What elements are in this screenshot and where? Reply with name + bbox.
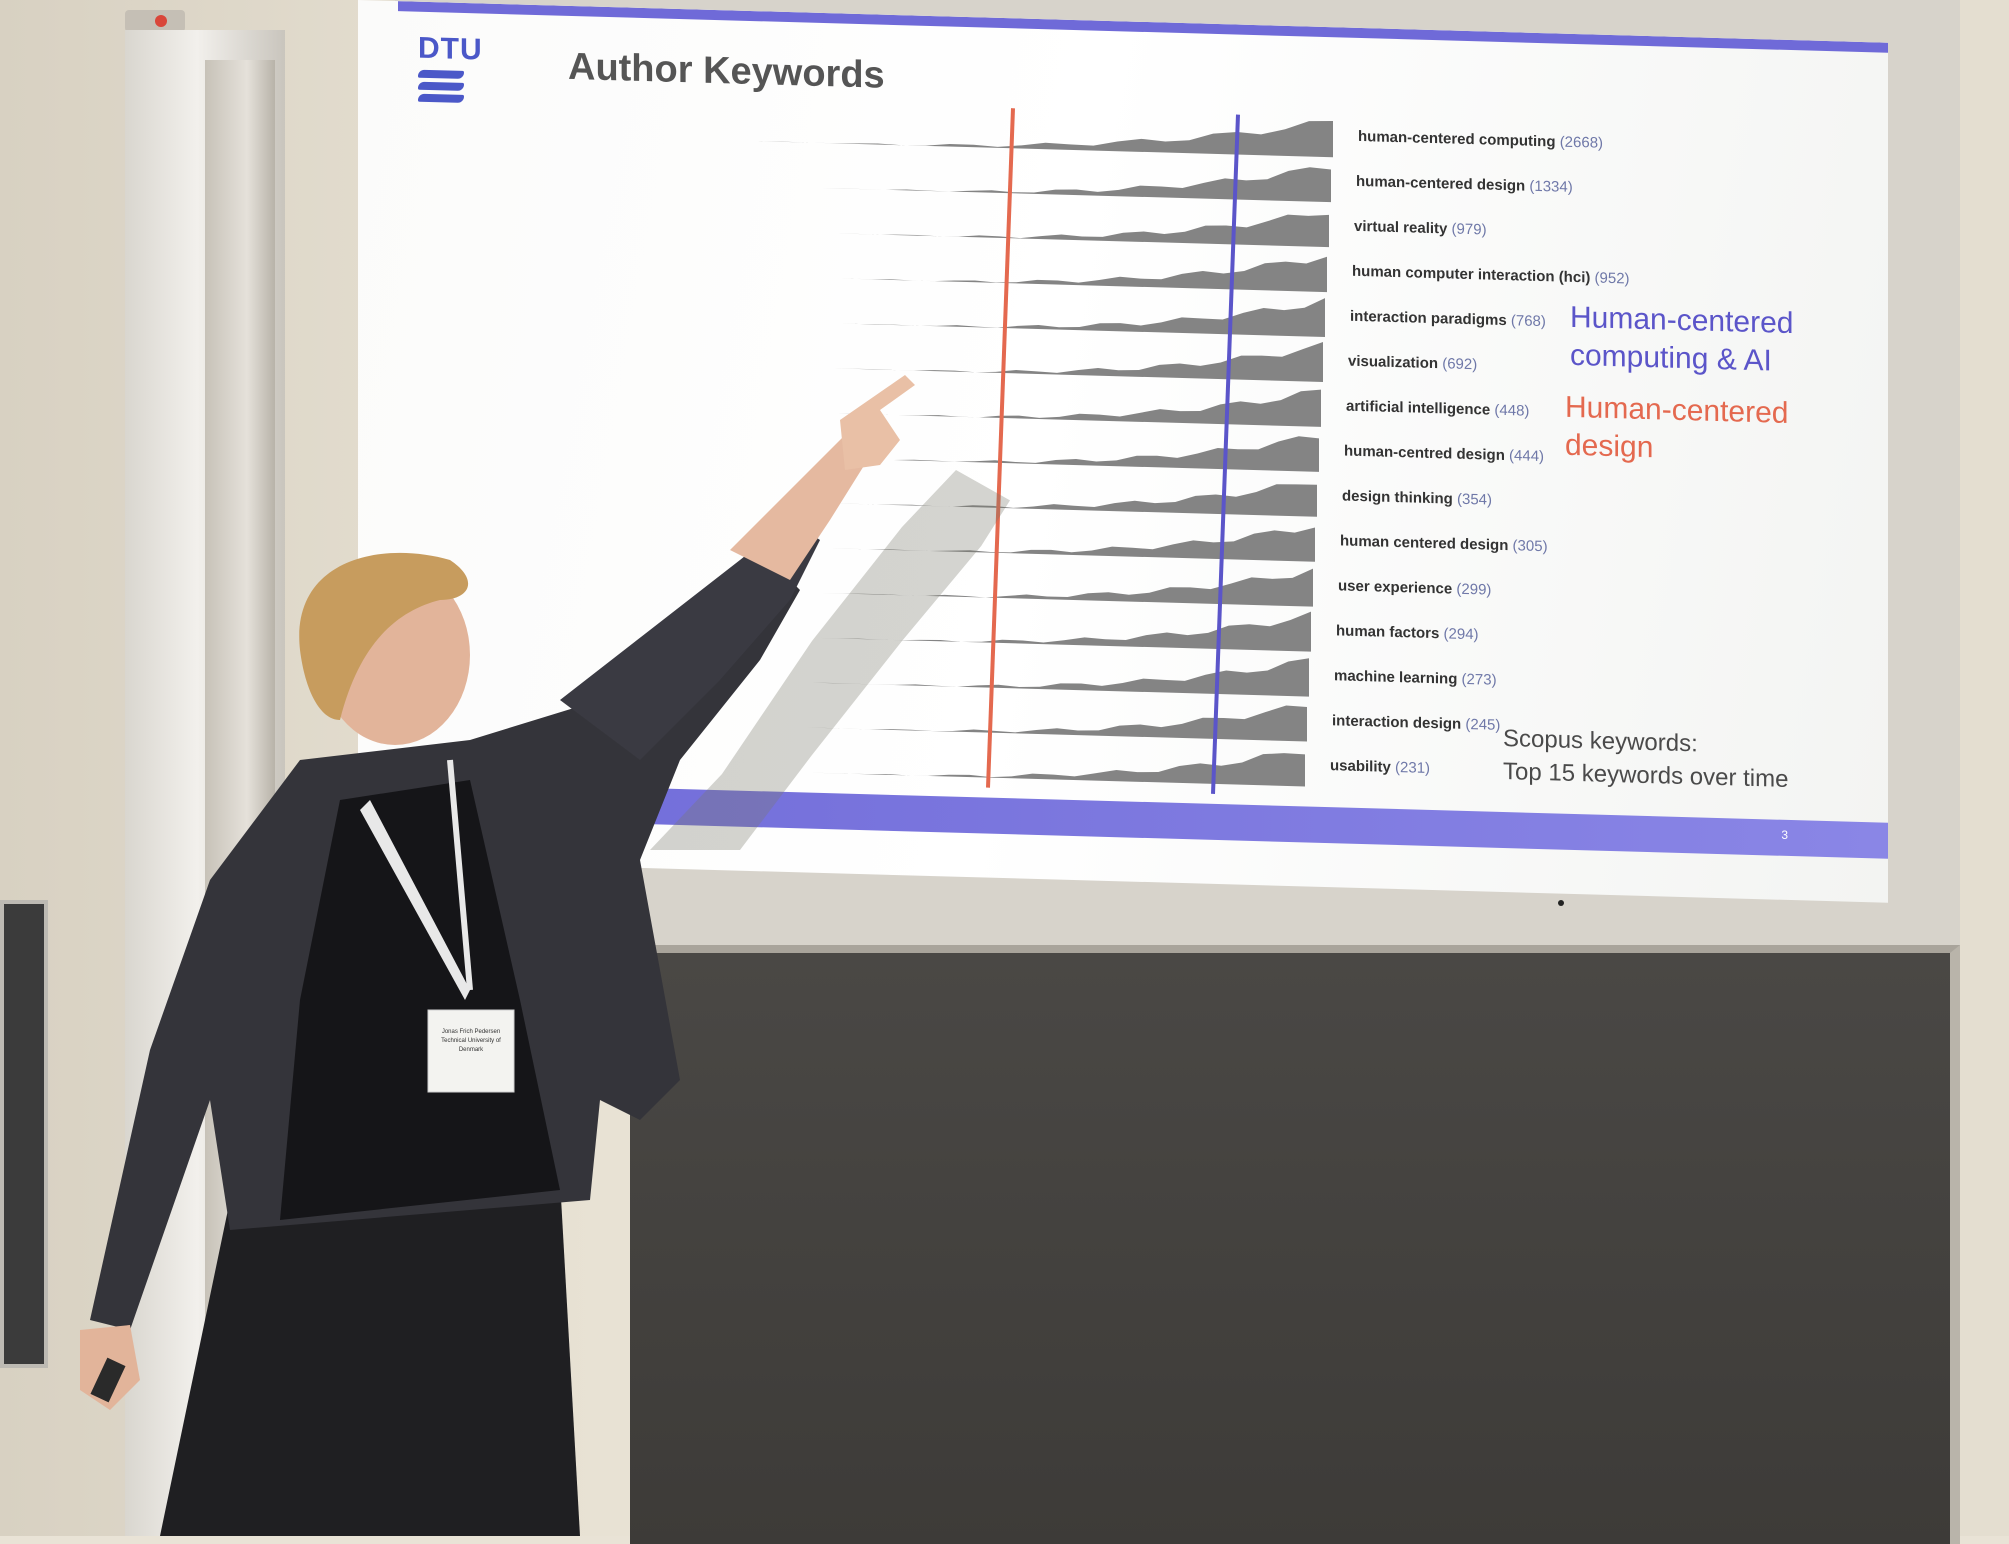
badge-text: Jonas Frich Pedersen Technical Universit… [432,1028,510,1055]
presenter-hand [840,375,915,470]
presenter-legs [160,1180,580,1536]
badge-org: Technical University of Denmark [441,1038,501,1053]
badge-name: Jonas Frich Pedersen [441,1029,501,1035]
presenter [80,375,915,1536]
